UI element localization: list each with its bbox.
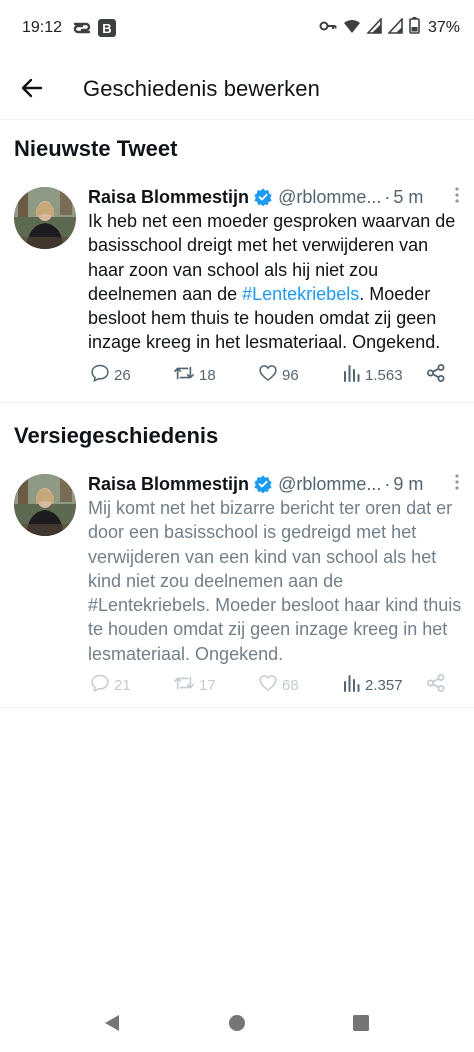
retweet-button: 17 [173, 673, 216, 697]
author-handle: @rblomme... [278, 186, 382, 207]
reply-button[interactable]: 26 [90, 363, 131, 387]
divider [0, 707, 474, 708]
signal-icon [387, 16, 403, 39]
share-icon [426, 673, 446, 697]
share-icon [426, 363, 446, 387]
nav-recents-button[interactable] [350, 1014, 372, 1036]
tweet-time: 5 m [393, 186, 424, 207]
system-nav-bar [0, 1000, 474, 1052]
reply-count: 26 [114, 366, 131, 384]
battery-icon [409, 17, 420, 39]
retweet-icon [173, 673, 195, 697]
more-options-button[interactable] [446, 473, 468, 495]
nav-home-button[interactable] [226, 1014, 248, 1036]
b-app-icon: B [98, 19, 116, 37]
status-time: 19:12 [22, 19, 63, 36]
verified-badge-icon [254, 188, 272, 206]
avatar[interactable] [14, 187, 76, 249]
like-count: 68 [282, 676, 299, 694]
history-tweet[interactable]: Raisa Blommestijn @rblomme... · 9 m Mij … [0, 471, 474, 699]
author-name[interactable]: Raisa Blommestijn [88, 187, 249, 208]
reply-icon [90, 363, 110, 387]
retweet-icon [173, 363, 195, 387]
tweet-time: 9 m [393, 473, 424, 494]
views-button[interactable]: 2.357 [343, 673, 403, 697]
more-vertical-icon [455, 473, 459, 495]
views-chart-icon [343, 674, 361, 696]
latest-tweet[interactable]: Raisa Blommestijn @rblomme... · 5 m Ik h… [0, 184, 474, 394]
battery-percent: 37% [427, 19, 460, 36]
heart-icon [258, 673, 278, 697]
views-chart-icon [343, 364, 361, 386]
avatar[interactable] [14, 474, 76, 536]
retweet-count: 17 [199, 676, 216, 694]
separator-dot: · [384, 473, 391, 494]
more-options-button[interactable] [446, 186, 468, 208]
status-right: 37% [319, 16, 460, 39]
reply-icon [90, 673, 110, 697]
more-vertical-icon [455, 186, 459, 208]
section-title-latest: Nieuwste Tweet [14, 136, 178, 161]
verified-badge-icon [254, 475, 272, 493]
share-button [426, 673, 446, 697]
hashtag-link[interactable]: #Lentekriebels [242, 284, 359, 304]
arrow-left-icon [21, 78, 43, 103]
like-button: 68 [258, 673, 299, 697]
back-triangle-icon [103, 1013, 121, 1038]
page-title: Geschiedenis bewerken [83, 76, 320, 101]
reply-button: 21 [90, 673, 131, 697]
retweet-button[interactable]: 18 [173, 363, 216, 387]
svg-text:B: B [102, 21, 111, 36]
nav-back-button[interactable] [101, 1014, 123, 1036]
tweet-text-part: Mij komt net het bizarre bericht ter ore… [88, 498, 453, 591]
like-count: 96 [282, 366, 299, 384]
views-count: 2.357 [365, 676, 403, 694]
tweet-header: Raisa Blommestijn @rblomme... · 9 m [88, 471, 460, 497]
tweet-text: Ik heb net een moeder gesproken waarvan … [88, 209, 462, 355]
share-button[interactable] [426, 363, 446, 387]
heart-icon [258, 363, 278, 387]
key-icon [319, 19, 337, 38]
section-title-history: Versiegeschiedenis [14, 423, 219, 448]
status-bar: 19:12 B 37% [0, 0, 474, 56]
tweet-text: Mij komt net het bizarre bericht ter ore… [88, 496, 462, 666]
views-count: 1.563 [365, 366, 403, 384]
recents-square-icon [352, 1014, 370, 1037]
retweet-count: 18 [199, 366, 216, 384]
divider [0, 402, 474, 403]
tweet-header: Raisa Blommestijn @rblomme... · 5 m [88, 184, 460, 210]
link-icon [72, 19, 91, 37]
back-button[interactable] [14, 72, 50, 108]
home-circle-icon [228, 1014, 246, 1037]
views-button[interactable]: 1.563 [343, 363, 403, 387]
signal-icon [366, 16, 382, 39]
separator-dot: · [384, 186, 391, 207]
reply-count: 21 [114, 676, 131, 694]
author-handle: @rblomme... [278, 473, 382, 494]
tweet-actions: 21 17 68 2.357 [88, 673, 460, 697]
author-name[interactable]: Raisa Blommestijn [88, 474, 249, 495]
hashtag-text: #Lentekriebels [88, 595, 206, 616]
tweet-actions: 26 18 96 1.563 [88, 363, 460, 387]
top-app-bar: Geschiedenis bewerken [0, 60, 474, 120]
like-button[interactable]: 96 [258, 363, 299, 387]
wifi-icon [343, 18, 361, 39]
